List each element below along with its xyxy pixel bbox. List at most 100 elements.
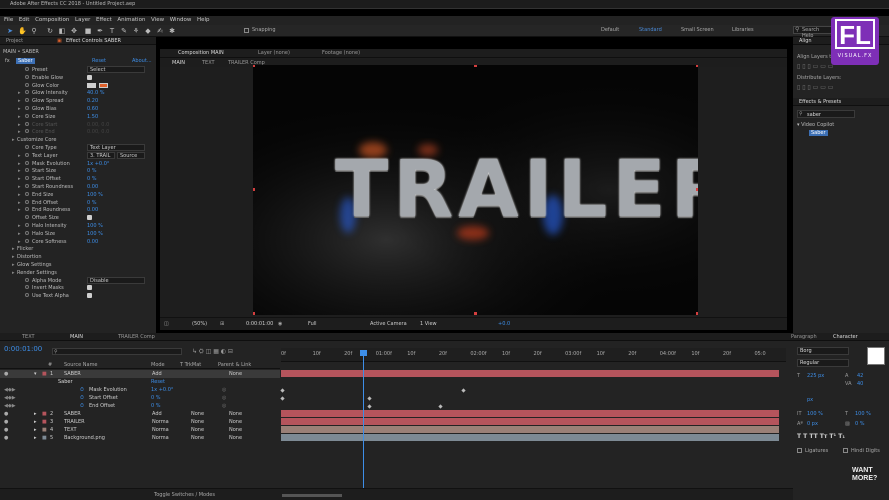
- layer-trkmat-dropdown[interactable]: None: [191, 419, 204, 425]
- col-mode[interactable]: Mode: [151, 362, 165, 368]
- stopwatch-icon[interactable]: [25, 184, 29, 188]
- timecode-display[interactable]: 0:00:01:00: [246, 321, 273, 327]
- menu-layer[interactable]: Layer: [75, 16, 90, 25]
- tab-text[interactable]: TEXT: [22, 334, 35, 340]
- keyframe-marker[interactable]: [461, 388, 466, 393]
- source-dropdown[interactable]: Source: [117, 151, 145, 159]
- effect-property-row[interactable]: ▸ Glow Bias 0.60: [0, 105, 154, 113]
- disclosure-triangle-icon[interactable]: ▸: [18, 106, 21, 112]
- stopwatch-icon[interactable]: [25, 152, 29, 157]
- layer-name[interactable]: TEXT: [64, 427, 77, 433]
- stopwatch-icon[interactable]: [25, 191, 29, 196]
- stopwatch-icon[interactable]: [25, 90, 29, 95]
- layer-duration-bar[interactable]: [281, 410, 779, 417]
- effect-property-value[interactable]: 0.00, 0.0: [87, 129, 109, 135]
- label-color-swatch[interactable]: ■: [42, 411, 47, 417]
- effect-property-row[interactable]: Glow Color: [0, 82, 154, 90]
- layer-name[interactable]: Background.png: [64, 435, 105, 441]
- effect-property-row[interactable]: ▸ Distortion: [0, 253, 154, 261]
- stopwatch-icon[interactable]: [25, 215, 29, 220]
- tab-paragraph[interactable]: Paragraph: [791, 334, 817, 340]
- menu-edit[interactable]: Edit: [19, 16, 30, 25]
- effect-property-value[interactable]: 0 %: [87, 200, 97, 206]
- effect-property-row[interactable]: ▸ Text Layer 3. TRAIL Source: [0, 151, 154, 160]
- visibility-eye-icon[interactable]: ●: [4, 371, 8, 377]
- disclosure-triangle-icon[interactable]: ▸: [12, 270, 15, 276]
- workspace-small-screen[interactable]: Small Screen: [681, 27, 714, 33]
- tab-effects-presets[interactable]: Effects & Presets: [799, 99, 841, 105]
- timeline-layer-row[interactable]: ● ▸ ■ 4 TEXT Norma None None: [0, 426, 280, 434]
- disclosure-triangle-icon[interactable]: ▸: [18, 161, 21, 167]
- timeline-layer-row[interactable]: ● ▾ ■ 1 SABER Add None: [0, 370, 280, 378]
- effect-property-row[interactable]: ▸ Glow Settings: [0, 261, 154, 269]
- expand-triangle-icon[interactable]: ▾: [34, 371, 37, 377]
- stopwatch-icon[interactable]: [25, 106, 29, 110]
- transform-handle[interactable]: [696, 65, 698, 67]
- layer-number[interactable]: 5: [50, 435, 53, 441]
- effect-group-row[interactable]: Saber Reset: [0, 378, 280, 386]
- stopwatch-icon[interactable]: [25, 67, 29, 71]
- layer-number[interactable]: 1: [50, 371, 53, 377]
- vscale-value[interactable]: 100 %: [807, 411, 823, 417]
- visibility-eye-icon[interactable]: ●: [4, 411, 8, 417]
- menu-file[interactable]: File: [4, 16, 13, 25]
- layer-duration-bar[interactable]: [281, 370, 779, 377]
- disclosure-triangle-icon[interactable]: ▸: [18, 98, 21, 104]
- distribute-buttons[interactable]: ▯ ▯ ▯ ▭ ▭ ▭: [797, 84, 833, 91]
- layer-mode-dropdown[interactable]: Norma: [152, 427, 169, 433]
- keyframed-property-row[interactable]: ◀◆▶ ⏱ Start Offset 0 % ◎: [0, 394, 280, 402]
- clone-tool-icon[interactable]: ⚘: [132, 27, 140, 35]
- transform-handle[interactable]: [253, 188, 255, 191]
- effect-name[interactable]: Saber: [16, 58, 35, 64]
- pickwhip-icon[interactable]: ◎: [222, 387, 226, 393]
- effect-property-row[interactable]: ▸ Render Settings: [0, 269, 154, 277]
- stopwatch-icon[interactable]: [25, 121, 29, 126]
- stopwatch-icon[interactable]: [25, 98, 29, 103]
- effect-property-row[interactable]: ▸ Core Size 1.50: [0, 113, 154, 121]
- brush-tool-icon[interactable]: ✎: [120, 27, 128, 35]
- effect-property-value[interactable]: 0.00: [87, 184, 98, 190]
- timeline-search-input[interactable]: ⚲: [52, 348, 182, 355]
- disclosure-triangle-icon[interactable]: ▸: [18, 90, 21, 96]
- effect-property-row[interactable]: Invert Masks: [0, 284, 154, 292]
- timeline-layer-row[interactable]: ● ▸ ■ 5 Background.png Norma None None: [0, 434, 280, 442]
- effect-property-value[interactable]: 100 %: [87, 231, 103, 237]
- transform-handle[interactable]: [474, 65, 477, 67]
- pickwhip-icon[interactable]: ◎: [222, 395, 226, 401]
- transform-handle[interactable]: [474, 312, 477, 315]
- stopwatch-icon[interactable]: [25, 285, 29, 290]
- playhead-handle[interactable]: [360, 350, 367, 356]
- fill-color-swatch[interactable]: [867, 347, 885, 365]
- effect-dropdown[interactable]: Disable: [87, 276, 145, 284]
- disclosure-triangle-icon[interactable]: ▸: [18, 239, 21, 245]
- flow-text[interactable]: TEXT: [202, 60, 215, 66]
- visibility-eye-icon[interactable]: ●: [4, 419, 8, 425]
- exposure-value[interactable]: +0.0: [498, 321, 510, 327]
- layer-mode-dropdown[interactable]: Norma: [152, 419, 169, 425]
- effect-property-value[interactable]: 0.00: [87, 239, 98, 245]
- label-color-swatch[interactable]: ■: [42, 371, 47, 377]
- layer-parent-dropdown[interactable]: None: [229, 419, 242, 425]
- pickwhip-icon[interactable]: ◎: [222, 403, 226, 409]
- layer-duration-bar[interactable]: [281, 434, 779, 441]
- layer-trkmat-dropdown[interactable]: None: [191, 435, 204, 441]
- camera-dropdown[interactable]: Active Camera: [370, 321, 407, 327]
- view-layout-dropdown[interactable]: 1 View: [420, 321, 437, 327]
- keyframe-marker[interactable]: [280, 396, 285, 401]
- lock-icon[interactable]: ▣: [57, 38, 62, 44]
- disclosure-triangle-icon[interactable]: ▸: [18, 223, 21, 229]
- visibility-eye-icon[interactable]: ●: [4, 435, 8, 441]
- stopwatch-icon[interactable]: [25, 199, 29, 204]
- disclosure-triangle-icon[interactable]: ▸: [18, 129, 21, 135]
- col-trkmat[interactable]: T TrkMat: [180, 362, 201, 368]
- layer-number[interactable]: 2: [50, 411, 53, 417]
- flow-main[interactable]: MAIN: [172, 60, 185, 66]
- expand-triangle-icon[interactable]: ▸: [34, 411, 37, 417]
- disclosure-triangle-icon[interactable]: ▸: [18, 153, 21, 159]
- zoom-dropdown[interactable]: (50%): [192, 321, 207, 327]
- tab-composition-main[interactable]: Composition MAIN: [178, 50, 224, 56]
- hand-tool-icon[interactable]: ✋: [18, 27, 27, 35]
- stopwatch-icon[interactable]: [25, 293, 29, 298]
- effect-property-value[interactable]: 40.0 %: [87, 90, 104, 96]
- font-family-dropdown[interactable]: Borg: [797, 347, 849, 355]
